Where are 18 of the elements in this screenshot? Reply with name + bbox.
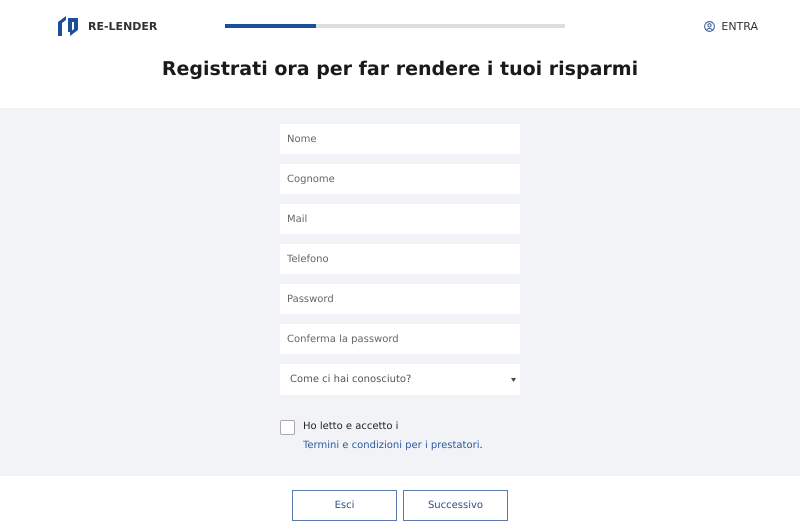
- page-title: Registrati ora per far rendere i tuoi risparmi: [160, 58, 640, 80]
- terms-text: Ho letto e accetto i Termini e condizioni per i prestatori.: [303, 420, 484, 453]
- nav-button[interactable]: Esci: [292, 490, 397, 521]
- input-field[interactable]: Mail: [280, 204, 520, 234]
- nav-button[interactable]: Successivo: [403, 490, 508, 521]
- password-field[interactable]: Password: [280, 284, 520, 314]
- user-icon: [704, 20, 716, 32]
- terms-link[interactable]: Termini e condizioni per i prestatori: [303, 440, 480, 451]
- input-field[interactable]: Cognome: [280, 164, 520, 194]
- logo-icon: [56, 14, 80, 38]
- caret-icon: [511, 378, 516, 382]
- login-button[interactable]: ENTRA: [698, 18, 764, 34]
- password-field[interactable]: Conferma la password: [280, 324, 520, 354]
- dropdown-field[interactable]: Come ci hai conosciuto?: [280, 364, 520, 395]
- checkbox[interactable]: [280, 420, 295, 435]
- logo-text: RE-LENDER: [88, 20, 158, 32]
- input-field[interactable]: Telefono: [280, 244, 520, 274]
- input-field[interactable]: Nome: [280, 124, 520, 154]
